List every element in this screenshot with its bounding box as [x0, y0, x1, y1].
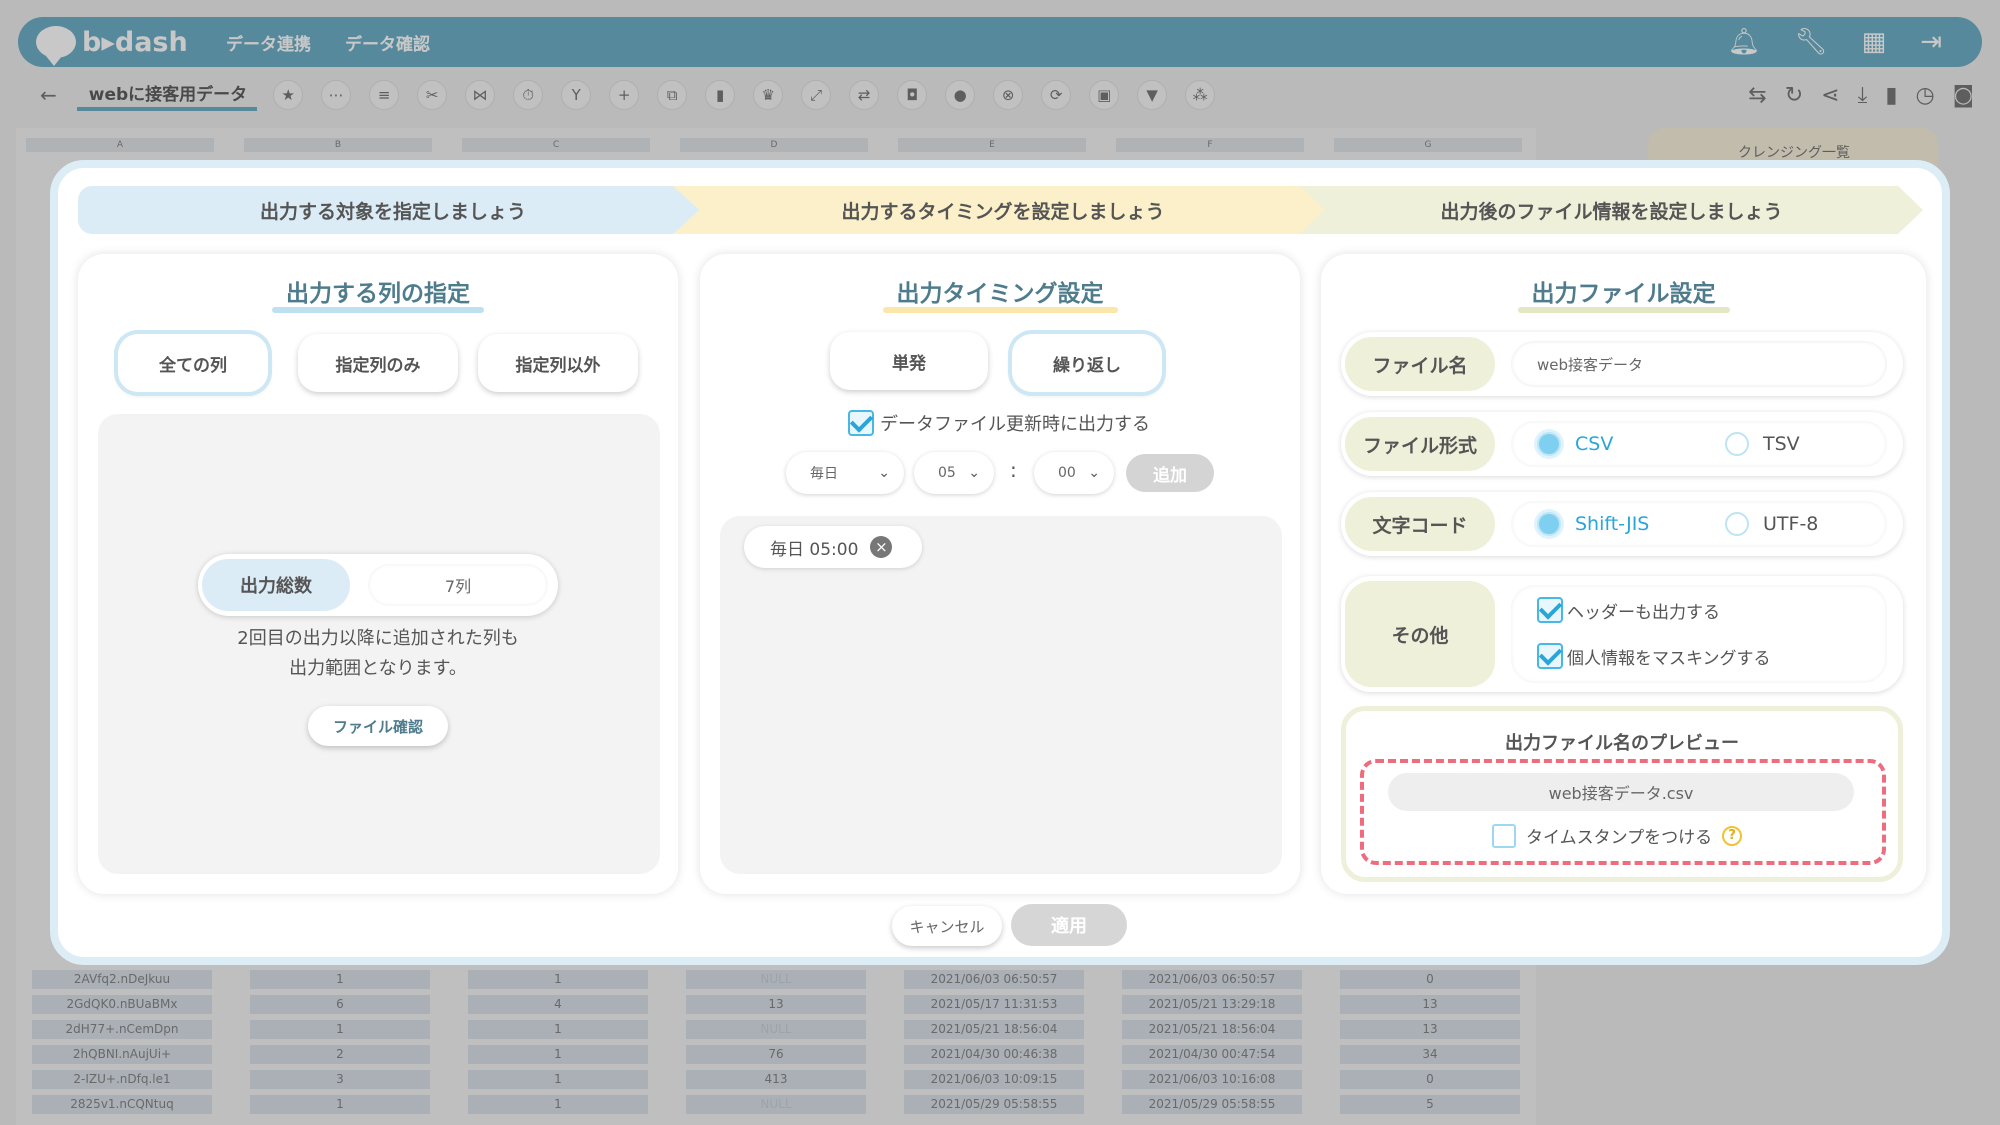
output-count-label: 出力総数 — [202, 559, 350, 611]
encoding-row: 文字コード Shift-JIS UTF-8 — [1341, 492, 1903, 556]
radio-dot — [1537, 512, 1561, 536]
preview-highlight: web接客データ.csv タイムスタンプをつける ? — [1360, 759, 1886, 865]
panel-title: 出力する列の指定 — [78, 274, 678, 308]
preview-filename: web接客データ.csv — [1388, 773, 1854, 811]
file-settings-panel: 出力ファイル設定 ファイル名 web接客データ ファイル形式 CSV TSV 文… — [1321, 254, 1926, 894]
frequency-value: 毎日 — [810, 466, 838, 482]
step-1: 出力する対象を指定しましょう — [78, 186, 708, 234]
header-output-checkbox[interactable] — [1537, 597, 1563, 623]
minute-select[interactable]: 00 ⌄ — [1034, 452, 1114, 494]
except-columns-button[interactable]: 指定列以外 — [478, 334, 638, 392]
encoding-sjis-radio[interactable]: Shift-JIS — [1511, 512, 1699, 536]
output-count-value: 7列 — [368, 564, 548, 606]
filename-input[interactable]: web接客データ — [1511, 341, 1887, 387]
step-banner: 出力する対象を指定しましょう 出力するタイミングを設定しましょう 出力後のファイ… — [78, 186, 1923, 234]
update-output-label: データファイル更新時に出力する — [880, 414, 1150, 435]
format-label: ファイル形式 — [1345, 417, 1495, 471]
timing-panel: 出力タイミング設定 単発 繰り返し データファイル更新時に出力する 毎日 ⌄ 0… — [700, 254, 1300, 894]
chevron-down-icon: ⌄ — [1088, 465, 1100, 481]
specified-columns-button[interactable]: 指定列のみ — [298, 334, 458, 392]
file-check-button[interactable]: ファイル確認 — [308, 706, 448, 746]
encoding-utf8-radio[interactable]: UTF-8 — [1699, 512, 1887, 536]
schedule-list: 毎日 05:00 × — [720, 516, 1282, 874]
update-output-option[interactable]: データファイル更新時に出力する — [848, 410, 1150, 436]
panel-title-text: 出力タイミング設定 — [883, 281, 1118, 307]
chevron-down-icon: ⌄ — [968, 465, 980, 481]
timestamp-checkbox[interactable] — [1492, 823, 1516, 848]
repeat-button[interactable]: 繰り返し — [1012, 334, 1162, 392]
timestamp-label: タイムスタンプをつける — [1526, 828, 1713, 848]
radio-dot — [1725, 512, 1749, 536]
header-output-option[interactable]: ヘッダーも出力する — [1537, 597, 1720, 623]
frequency-select[interactable]: 毎日 ⌄ — [786, 452, 904, 494]
note-line-2: 出力範囲となります。 — [289, 658, 467, 679]
column-note: 2回目の出力以降に追加された列も 出力範囲となります。 — [78, 624, 678, 684]
output-settings-modal: 出力する対象を指定しましょう 出力するタイミングを設定しましょう 出力後のファイ… — [50, 160, 1950, 965]
radio-dot — [1725, 432, 1749, 456]
format-row: ファイル形式 CSV TSV — [1341, 412, 1903, 476]
panel-title-text: 出力ファイル設定 — [1518, 281, 1730, 307]
masking-checkbox[interactable] — [1537, 643, 1563, 669]
help-icon[interactable]: ? — [1722, 825, 1743, 846]
other-label: その他 — [1345, 581, 1495, 687]
other-row: その他 ヘッダーも出力する 個人情報をマスキングする — [1341, 576, 1903, 692]
timestamp-option[interactable]: タイムスタンプをつける ? — [1492, 823, 1743, 848]
minute-value: 00 — [1058, 465, 1076, 481]
step-2: 出力するタイミングを設定しましょう — [673, 186, 1333, 234]
format-csv-radio[interactable]: CSV — [1511, 432, 1699, 456]
format-tsv-radio[interactable]: TSV — [1699, 432, 1887, 456]
encoding-utf8-label: UTF-8 — [1763, 513, 1819, 535]
panel-title: 出力タイミング設定 — [700, 274, 1300, 308]
output-count: 出力総数 7列 — [198, 554, 558, 616]
schedule-chip: 毎日 05:00 × — [744, 526, 922, 568]
format-tsv-label: TSV — [1763, 433, 1800, 455]
format-radio-group: CSV TSV — [1511, 421, 1887, 467]
header-output-label: ヘッダーも出力する — [1567, 602, 1720, 623]
filename-row: ファイル名 web接客データ — [1341, 332, 1903, 396]
encoding-label: 文字コード — [1345, 497, 1495, 551]
step-3: 出力後のファイル情報を設定しましょう — [1300, 186, 1923, 234]
radio-dot — [1537, 432, 1561, 456]
note-line-1: 2回目の出力以降に追加された列も — [237, 628, 519, 649]
encoding-radio-group: Shift-JIS UTF-8 — [1511, 501, 1887, 547]
column-selection-panel: 出力する列の指定 全ての列 指定列のみ 指定列以外 出力総数 7列 2回目の出力… — [78, 254, 678, 894]
column-area: 出力総数 7列 2回目の出力以降に追加された列も 出力範囲となります。 ファイル… — [98, 414, 660, 874]
other-options: ヘッダーも出力する 個人情報をマスキングする — [1511, 585, 1887, 683]
filename-preview: 出力ファイル名のプレビュー web接客データ.csv タイムスタンプをつける ? — [1341, 706, 1903, 882]
update-output-checkbox[interactable] — [848, 410, 874, 436]
filename-label: ファイル名 — [1345, 337, 1495, 391]
hour-select[interactable]: 05 ⌄ — [914, 452, 994, 494]
apply-button[interactable]: 適用 — [1011, 904, 1127, 946]
time-colon: : — [1010, 458, 1017, 482]
hour-value: 05 — [938, 465, 956, 481]
chevron-down-icon: ⌄ — [878, 465, 890, 481]
add-schedule-button[interactable]: 追加 — [1126, 454, 1214, 492]
remove-icon[interactable]: × — [870, 536, 893, 558]
all-columns-button[interactable]: 全ての列 — [118, 334, 268, 392]
panel-title: 出力ファイル設定 — [1321, 274, 1926, 308]
single-button[interactable]: 単発 — [830, 332, 988, 390]
masking-option[interactable]: 個人情報をマスキングする — [1537, 643, 1771, 669]
schedule-text: 毎日 05:00 — [770, 539, 859, 560]
masking-label: 個人情報をマスキングする — [1567, 648, 1771, 669]
cancel-button[interactable]: キャンセル — [892, 906, 1002, 946]
encoding-sjis-label: Shift-JIS — [1575, 513, 1650, 535]
panel-title-text: 出力する列の指定 — [272, 281, 484, 307]
preview-title: 出力ファイル名のプレビュー — [1505, 733, 1739, 754]
format-csv-label: CSV — [1575, 433, 1614, 455]
